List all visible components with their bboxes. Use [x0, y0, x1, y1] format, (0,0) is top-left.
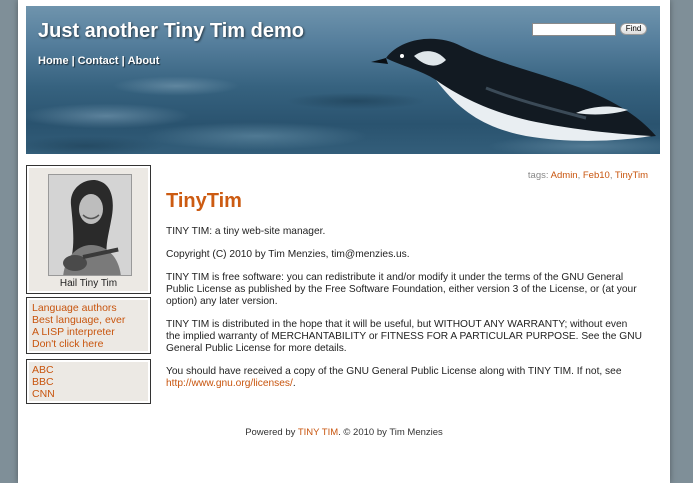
penguin-image — [371, 38, 656, 141]
main-nav: Home | Contact | About — [38, 55, 159, 67]
link-best-language[interactable]: Best language, ever — [32, 314, 125, 326]
sidebar-photo-box: Hail Tiny Tim — [26, 165, 151, 294]
header-banner: Just another Tiny Tim demo Home | Contact |… — [26, 6, 660, 154]
sidebar-links-inner-1: Language authors Best language, ever A L… — [29, 300, 148, 351]
search-input[interactable] — [532, 23, 616, 36]
license-suffix: . — [292, 378, 296, 389]
tag-feb10[interactable]: Feb10 — [583, 170, 610, 181]
sidebar-links-box-1: Language authors Best language, ever A L… — [26, 297, 151, 354]
link-language-authors[interactable]: Language authors — [32, 302, 117, 314]
list-item: Don't click here — [32, 338, 145, 350]
list-item: A LISP interpreter — [32, 326, 145, 338]
nav-separator: | — [121, 55, 125, 67]
footer-tiny-tim-link[interactable]: TINY TIM — [298, 427, 338, 438]
nav-contact-link[interactable]: Contact — [78, 55, 119, 67]
nav-home-link[interactable]: Home — [38, 55, 69, 67]
sidebar-link-list-2: ABC BBC CNN — [29, 362, 148, 402]
nav-about-link[interactable]: About — [128, 55, 160, 67]
list-item: BBC — [32, 376, 145, 388]
link-bbc[interactable]: BBC — [32, 376, 54, 388]
paragraph: TINY TIM is distributed in the hope that… — [166, 319, 642, 354]
list-item: Best language, ever — [32, 314, 145, 326]
nav-separator: | — [71, 55, 75, 67]
sidebar-link-list-1: Language authors Best language, ever A L… — [29, 300, 148, 352]
license-text: You should have received a copy of the G… — [166, 366, 622, 377]
paragraph: Copyright (C) 2010 by Tim Menzies, tim@m… — [166, 249, 410, 260]
tags-label: tags: — [527, 170, 549, 181]
find-button[interactable]: Find — [620, 23, 647, 35]
footer-prefix: Powered by — [245, 427, 298, 438]
post-tags: tags: Admin, Feb10, TinyTim — [527, 170, 648, 181]
tag-admin[interactable]: Admin — [551, 170, 578, 181]
link-dont-click[interactable]: Don't click here — [32, 338, 103, 350]
footer-copyright: . © 2010 by Tim Menzies — [338, 427, 443, 438]
sidebar-photo-inner: Hail Tiny Tim — [29, 168, 148, 291]
tag-tinytim[interactable]: TinyTim — [615, 170, 648, 181]
paragraph-license: You should have received a copy of the G… — [166, 366, 644, 390]
page: Just another Tiny Tim demo Home | Contact |… — [18, 0, 670, 483]
post-content: TINY TIM: a tiny web-site manager. Copyr… — [166, 226, 644, 401]
post-title: TinyTim — [166, 190, 242, 212]
list-item: ABC — [32, 364, 145, 376]
paragraph: TINY TIM is free software: you can redis… — [166, 272, 637, 307]
site-title: Just another Tiny Tim demo — [38, 20, 304, 42]
tiny-tim-photo — [48, 174, 132, 276]
footer: Powered by TINY TIM. © 2010 by Tim Menzi… — [18, 427, 670, 438]
sidebar-links-box-2: ABC BBC CNN — [26, 359, 151, 404]
sidebar-links-inner-2: ABC BBC CNN — [29, 362, 148, 401]
link-abc[interactable]: ABC — [32, 364, 54, 376]
paragraph: TINY TIM: a tiny web-site manager. — [166, 226, 326, 237]
license-link[interactable]: http://www.gnu.org/licenses/ — [166, 378, 293, 389]
photo-caption: Hail Tiny Tim — [59, 278, 118, 289]
link-lisp-interpreter[interactable]: A LISP interpreter — [32, 326, 115, 338]
link-cnn[interactable]: CNN — [32, 388, 55, 400]
portrait-image — [49, 175, 131, 275]
list-item: CNN — [32, 388, 145, 400]
list-item: Language authors — [32, 302, 145, 314]
